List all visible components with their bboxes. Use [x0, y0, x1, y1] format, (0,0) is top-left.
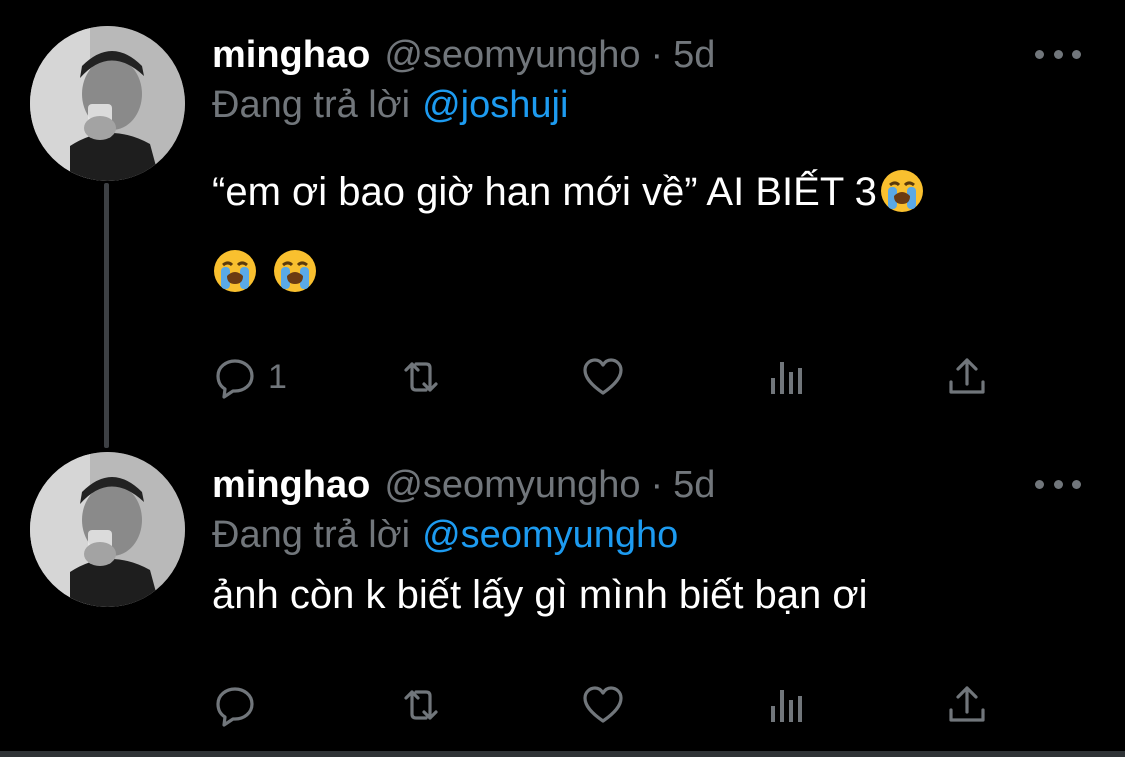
reply-button[interactable]: 1 [212, 352, 287, 402]
tweet[interactable]: minghao @seomyungho · 5d Đang trả lời @se… [0, 440, 1125, 757]
views-button[interactable] [764, 352, 810, 402]
reply-icon [216, 687, 254, 727]
avatar[interactable] [30, 26, 185, 181]
display-name[interactable]: minghao [212, 30, 370, 80]
views-icon [771, 362, 802, 394]
tweet-actions: 1 [212, 352, 1002, 402]
separator-dot: · [650, 464, 664, 506]
like-button[interactable] [580, 680, 626, 730]
views-button[interactable] [764, 680, 810, 730]
user-handle[interactable]: @seomyungho [384, 460, 640, 510]
reply-button[interactable] [212, 680, 258, 730]
replying-to: Đang trả lời @seomyungho [212, 510, 1095, 560]
retweet-button[interactable] [398, 680, 444, 730]
replying-to: Đang trả lời @joshuji [212, 80, 1095, 130]
views-icon [771, 690, 802, 722]
like-button[interactable] [580, 352, 626, 402]
emoji-line [212, 232, 1095, 312]
user-handle[interactable]: @seomyungho [384, 30, 640, 80]
tweet-text: ảnh còn k biết lấy gì mình biết bạn ơi [212, 573, 868, 617]
like-icon [583, 358, 623, 395]
display-name[interactable]: minghao [212, 460, 370, 510]
like-icon [583, 686, 623, 723]
reply-count: 1 [268, 357, 287, 396]
replying-to-label: Đang trả lời [212, 514, 411, 556]
tweet-thread: minghao @seomyungho · 5d Đang trả lời @jo… [0, 0, 1125, 757]
timestamp[interactable]: 5d [673, 460, 715, 510]
retweet-button[interactable] [398, 352, 444, 402]
mention-link[interactable]: @seomyungho [422, 514, 678, 556]
share-button[interactable] [944, 352, 990, 402]
share-icon [949, 358, 985, 394]
mention-link[interactable]: @joshuji [422, 84, 568, 126]
tweet-body: minghao @seomyungho · 5d Đang trả lời @jo… [212, 30, 1095, 312]
loudly-crying-face-icon [879, 168, 925, 214]
tweet-text-line: “em ơi bao giờ han mới về” AI BIẾT 3 [212, 170, 877, 214]
tweet-text: “em ơi bao giờ han mới về” AI BIẾT 3 [212, 152, 1095, 312]
tweet-header: minghao @seomyungho · 5d [212, 30, 1095, 80]
tweet-divider [0, 751, 1125, 757]
replying-to-label: Đang trả lời [212, 84, 411, 126]
avatar-image [30, 26, 185, 181]
tweet-header: minghao @seomyungho · 5d [212, 460, 1095, 510]
separator-dot: · [650, 34, 664, 76]
share-icon [949, 686, 985, 722]
more-icon[interactable] [1035, 42, 1081, 66]
avatar[interactable] [30, 452, 185, 607]
reply-icon [216, 359, 254, 399]
more-icon[interactable] [1035, 472, 1081, 496]
share-button[interactable] [944, 680, 990, 730]
timestamp[interactable]: 5d [673, 30, 715, 80]
tweet[interactable]: minghao @seomyungho · 5d Đang trả lời @jo… [0, 0, 1125, 440]
tweet-body: minghao @seomyungho · 5d Đang trả lời @se… [212, 460, 1095, 625]
avatar-image [30, 452, 185, 607]
tweet-actions [212, 680, 1002, 730]
retweet-icon [404, 690, 438, 720]
loudly-crying-face-icon [272, 248, 318, 294]
loudly-crying-face-icon [212, 248, 258, 294]
retweet-icon [404, 362, 438, 392]
